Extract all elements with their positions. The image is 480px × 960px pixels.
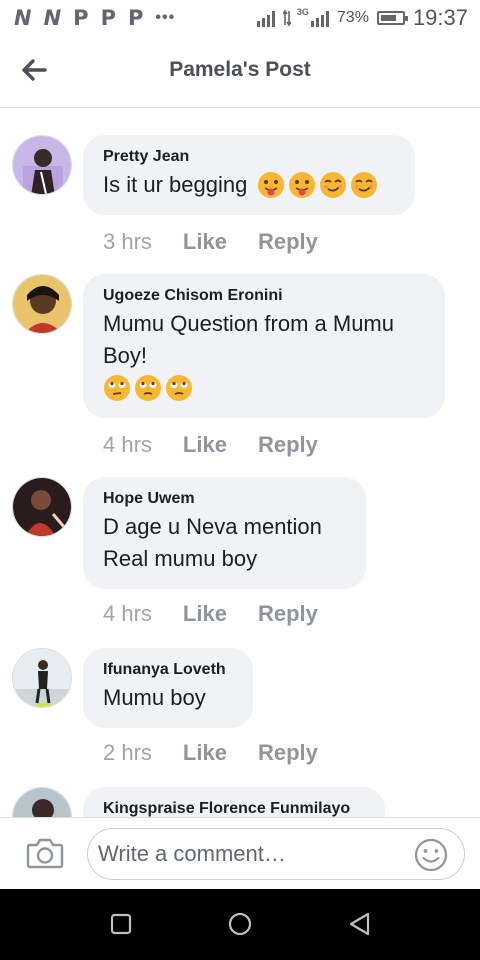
like-button[interactable]: Like	[183, 740, 227, 766]
avatar[interactable]	[12, 648, 72, 708]
reply-button[interactable]: Reply	[258, 432, 318, 458]
home-button[interactable]	[227, 911, 253, 937]
comment-timestamp: 2 hrs	[103, 740, 152, 765]
smirk-emoji-icon	[351, 172, 378, 198]
notification-app-icon: P	[73, 5, 89, 30]
recents-square-icon	[110, 913, 132, 935]
eye-roll-emoji-icon	[104, 375, 130, 401]
notification-app-icon: P	[100, 5, 116, 30]
comment-text: Mumu boy	[103, 685, 206, 710]
comment-bubble[interactable]: Ifunanya Loveth Mumu boy	[83, 648, 253, 728]
tongue-out-emoji-icon	[258, 172, 285, 198]
comment-author[interactable]: Ifunanya Loveth	[103, 660, 233, 680]
page-title: Pamela's Post	[169, 58, 311, 81]
comment-actions: 4 hrs Like Reply	[103, 432, 318, 458]
comment-bubble[interactable]: Kingspraise Florence Funmilayo	[83, 787, 385, 817]
comment-author[interactable]: Kingspraise Florence Funmilayo	[103, 799, 365, 817]
like-button[interactable]: Like	[183, 601, 227, 627]
comment-actions: 4 hrs Like Reply	[103, 601, 318, 627]
notification-app-icon: N	[14, 5, 32, 30]
eye-roll-emoji-icon	[166, 375, 192, 401]
comment-author[interactable]: Hope Uwem	[103, 489, 346, 509]
network-type-label: 3G	[296, 7, 309, 17]
system-nav-bar	[0, 889, 480, 960]
notification-app-icon: N	[43, 5, 62, 30]
comment-text: Mumu Question from a Mumu Boy!	[103, 311, 394, 368]
comment-actions: 2 hrs Like Reply	[103, 740, 318, 766]
status-bar: N N P P P ••• 3G 73% 19:37	[0, 0, 480, 36]
more-notifications-icon: •••	[155, 9, 176, 26]
comment-bubble[interactable]: Hope Uwem D age u Neva mention Real mumu…	[83, 477, 366, 589]
data-transfer-icon	[282, 9, 291, 27]
comment-author[interactable]: Pretty Jean	[103, 147, 395, 167]
like-button[interactable]: Like	[183, 229, 227, 255]
back-triangle-icon	[349, 912, 370, 936]
reply-button[interactable]: Reply	[258, 229, 318, 255]
emoji-row	[103, 374, 425, 402]
signal-icon	[256, 9, 275, 27]
smile-icon	[414, 838, 448, 872]
avatar[interactable]	[12, 477, 72, 537]
recents-button[interactable]	[108, 911, 134, 937]
camera-button[interactable]	[26, 836, 64, 870]
comment-actions: 3 hrs Like Reply	[103, 229, 318, 255]
avatar[interactable]	[12, 787, 72, 817]
nav-back-button[interactable]	[347, 911, 373, 937]
reply-button[interactable]: Reply	[258, 601, 318, 627]
previous-comment-actions-peek: ˙˙˙	[150, 109, 170, 120]
comment-input[interactable]	[87, 828, 465, 880]
comment-text: Is it ur begging	[103, 172, 248, 197]
comment-compose-bar	[0, 817, 480, 889]
comment-author[interactable]: Ugoeze Chisom Eronini	[103, 286, 425, 306]
battery-percent: 73%	[336, 9, 369, 26]
comment-timestamp: 4 hrs	[103, 601, 152, 626]
battery-icon	[376, 11, 408, 25]
emoji-row	[257, 171, 378, 199]
eye-roll-emoji-icon	[135, 375, 161, 401]
notification-icons: N N P P P •••	[14, 5, 176, 30]
comment-bubble[interactable]: Pretty Jean Is it ur begging	[83, 135, 415, 215]
tongue-out-emoji-icon	[289, 172, 316, 198]
home-circle-icon	[228, 912, 252, 936]
avatar[interactable]	[12, 274, 72, 334]
smirk-emoji-icon	[320, 172, 347, 198]
notification-app-icon: P	[127, 5, 144, 30]
like-button[interactable]: Like	[183, 432, 227, 458]
clock: 19:37	[412, 5, 468, 30]
app-header: Pamela's Post	[0, 36, 480, 108]
camera-icon	[26, 838, 64, 869]
comment-bubble[interactable]: Ugoeze Chisom Eronini Mumu Question from…	[83, 274, 445, 418]
avatar[interactable]	[12, 135, 72, 195]
comment-timestamp: 4 hrs	[103, 432, 152, 457]
comment-timestamp: 3 hrs	[103, 229, 152, 254]
signal-icon	[310, 9, 329, 27]
emoji-picker-button[interactable]	[414, 838, 448, 872]
reply-button[interactable]: Reply	[258, 740, 318, 766]
comment-list[interactable]: ˙˙˙ Pretty Jean Is it ur begging	[0, 109, 480, 817]
comment-text: D age u Neva mention Real mumu boy	[103, 514, 322, 571]
